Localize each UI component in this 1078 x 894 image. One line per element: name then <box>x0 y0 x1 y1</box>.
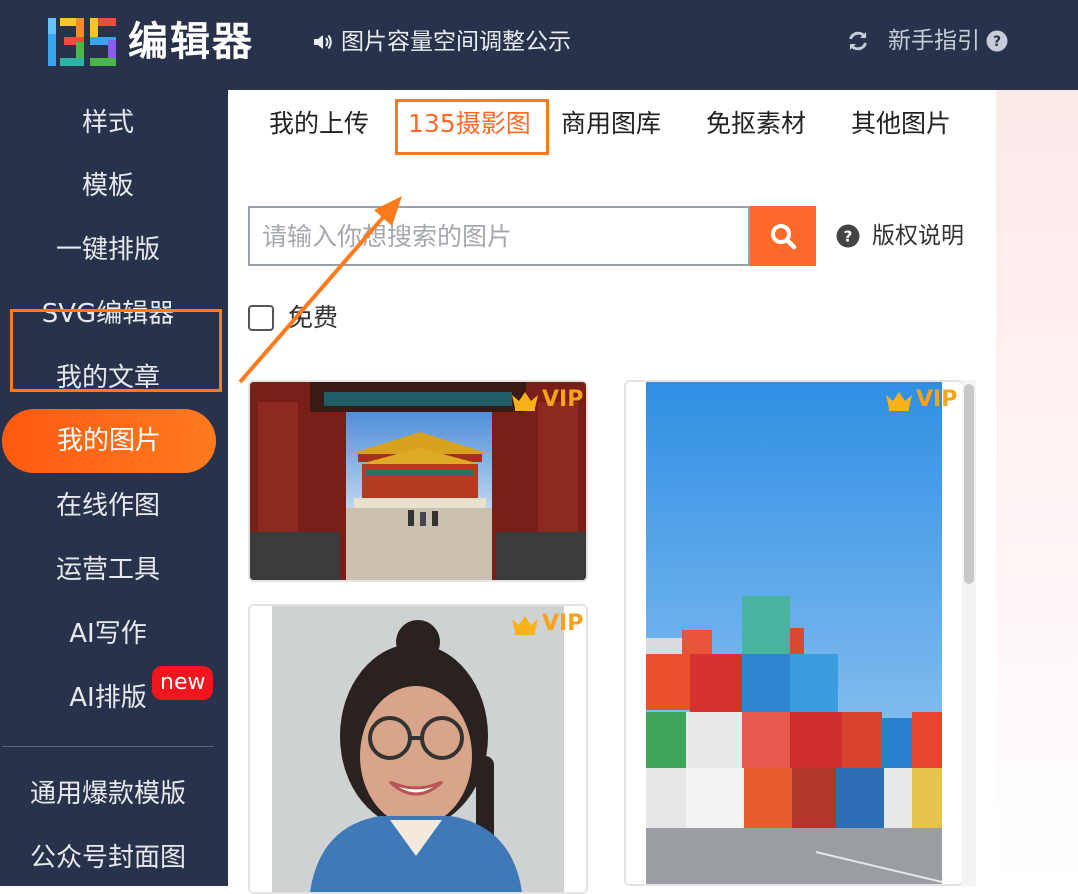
new-badge: new <box>152 666 214 700</box>
question-circle-icon: ? <box>986 30 1008 52</box>
image-card-containers[interactable] <box>624 380 964 886</box>
free-label: 免费 <box>288 303 339 332</box>
search-button[interactable] <box>750 206 816 266</box>
crown-icon <box>512 616 538 635</box>
vip-badge: VIP <box>510 386 583 414</box>
sidebar-item-my-images[interactable]: 我的图片 <box>2 409 216 473</box>
vip-label: VIP <box>542 611 584 636</box>
tab-other-images[interactable]: 其他图片 <box>851 104 951 144</box>
sidebar: 样式 模板 一键排版 SVG编辑器 我的文章 我的图片 在线作图 运营工具 AI… <box>0 90 228 886</box>
vip-label: VIP <box>542 387 584 412</box>
sidebar-item-ai-writing[interactable]: AI写作 <box>0 611 216 657</box>
svg-text:?: ? <box>844 228 853 246</box>
scrollbar-thumb[interactable] <box>964 384 974 584</box>
vip-badge: VIP <box>884 386 957 414</box>
containers-photo <box>646 382 943 884</box>
vip-badge: VIP <box>510 610 583 638</box>
image-card-smiling-girl[interactable] <box>248 604 588 894</box>
smiling-girl-photo <box>250 606 586 892</box>
sidebar-item-one-click-layout[interactable]: 一键排版 <box>0 227 216 273</box>
question-circle-icon: ? <box>836 224 860 248</box>
sidebar-item-operation-tools[interactable]: 运营工具 <box>0 547 216 593</box>
crown-icon <box>886 392 912 411</box>
announcement-link[interactable]: 图片容量空间调整公示 <box>311 26 571 58</box>
sidebar-item-styles[interactable]: 样式 <box>0 100 216 146</box>
image-search-input[interactable] <box>248 206 750 266</box>
sidebar-item-popular-templates[interactable]: 通用爆款模版 <box>0 771 216 817</box>
tab-commercial-library[interactable]: 商用图库 <box>561 104 661 144</box>
tab-135-photos[interactable]: 135摄影图 <box>408 104 531 144</box>
tab-my-uploads[interactable]: 我的上传 <box>269 104 369 144</box>
copyright-label: 版权说明 <box>872 223 964 249</box>
sidebar-item-cover-image[interactable]: 公众号封面图 <box>0 835 216 881</box>
editor-background <box>996 90 1078 886</box>
free-filter-checkbox[interactable]: 免费 <box>248 300 338 336</box>
announcement-text: 图片容量空间调整公示 <box>341 29 571 55</box>
logo-text[interactable]: 编辑器 <box>128 16 254 68</box>
search-icon <box>771 224 797 250</box>
top-bar: 编辑器 图片容量空间调整公示 新手指引 ? <box>0 0 1078 90</box>
sidebar-item-online-design[interactable]: 在线作图 <box>0 483 216 529</box>
checkbox[interactable] <box>248 305 274 331</box>
vip-label: VIP <box>916 387 958 412</box>
sidebar-item-templates[interactable]: 模板 <box>0 163 216 209</box>
logo-135-mark[interactable] <box>44 16 120 68</box>
copyright-info-link[interactable]: ? 版权说明 <box>836 218 964 254</box>
refresh-icon[interactable] <box>846 29 870 53</box>
guide-label: 新手指引 <box>888 28 980 54</box>
sidebar-divider <box>2 746 214 747</box>
tab-cutout-materials[interactable]: 免抠素材 <box>706 104 806 144</box>
svg-text:?: ? <box>993 34 1001 50</box>
beginner-guide[interactable]: 新手指引 ? <box>846 24 1008 58</box>
speaker-icon <box>314 34 332 50</box>
crown-icon <box>512 392 538 411</box>
sidebar-item-my-articles[interactable]: 我的文章 <box>0 355 216 401</box>
image-panel: 我的上传 135摄影图 商用图库 免抠素材 其他图片 ? 版权说明 免费 <box>228 90 996 894</box>
sidebar-item-svg-editor[interactable]: SVG编辑器 <box>0 291 216 337</box>
